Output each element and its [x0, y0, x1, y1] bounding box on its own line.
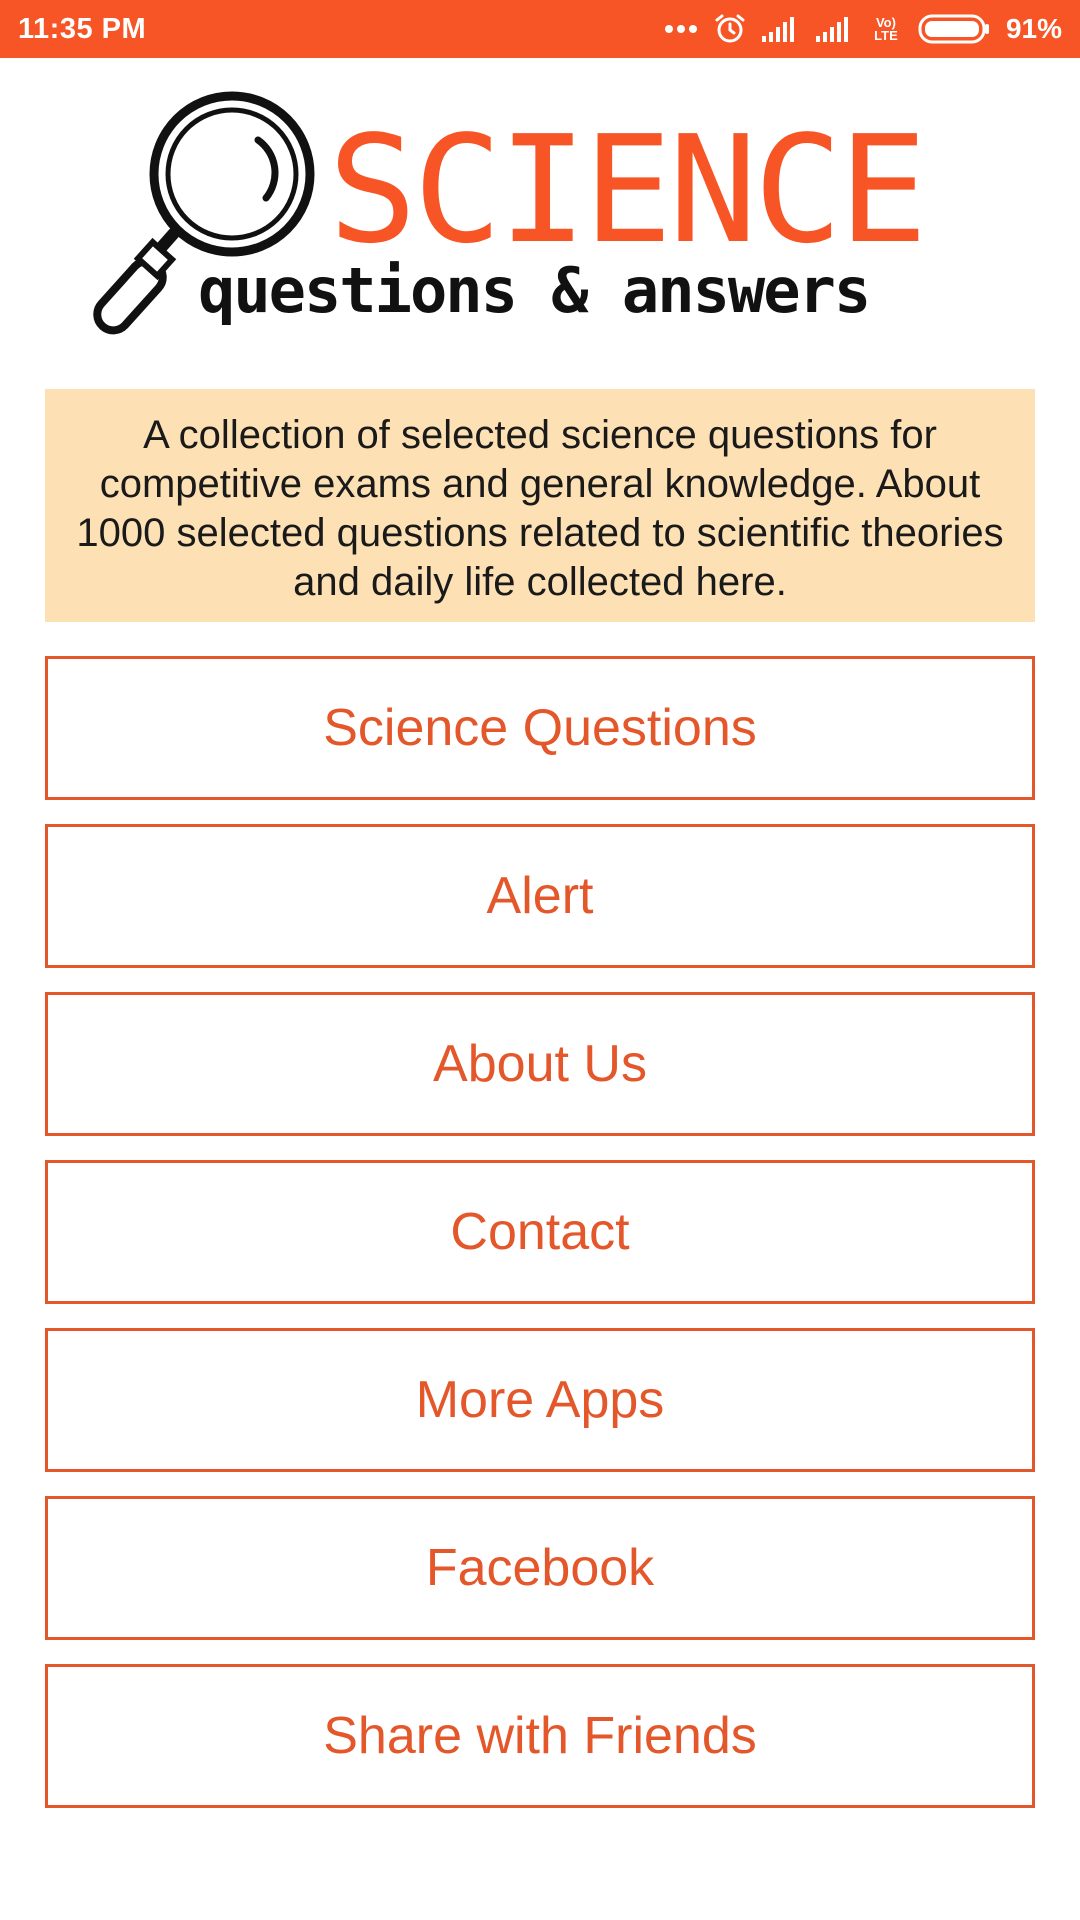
alert-button[interactable]: Alert	[45, 824, 1035, 968]
battery-icon	[918, 14, 990, 44]
app-logo: SCIENCE questions & answers	[80, 88, 1000, 358]
status-time: 11:35 PM	[18, 12, 147, 45]
contact-button[interactable]: Contact	[45, 1160, 1035, 1304]
alarm-icon	[714, 13, 746, 45]
signal-icon	[815, 16, 854, 42]
status-bar: 11:35 PM Vo) LTE 91%	[0, 0, 1080, 58]
share-with-friends-button[interactable]: Share with Friends	[45, 1664, 1035, 1808]
app-description: A collection of selected science questio…	[45, 389, 1035, 622]
signal-icon	[761, 16, 800, 42]
facebook-button[interactable]: Facebook	[45, 1496, 1035, 1640]
about-us-button[interactable]: About Us	[45, 992, 1035, 1136]
volte-icon: Vo) LTE	[874, 15, 898, 43]
status-icons: Vo) LTE 91%	[664, 13, 1062, 45]
battery-percent: 91%	[1005, 13, 1062, 44]
logo-title: SCIENCE	[328, 104, 928, 276]
more-apps-button[interactable]: More Apps	[45, 1328, 1035, 1472]
more-dots-icon	[664, 23, 698, 35]
logo-subtitle: questions & answers	[198, 254, 871, 327]
science-questions-button[interactable]: Science Questions	[45, 656, 1035, 800]
